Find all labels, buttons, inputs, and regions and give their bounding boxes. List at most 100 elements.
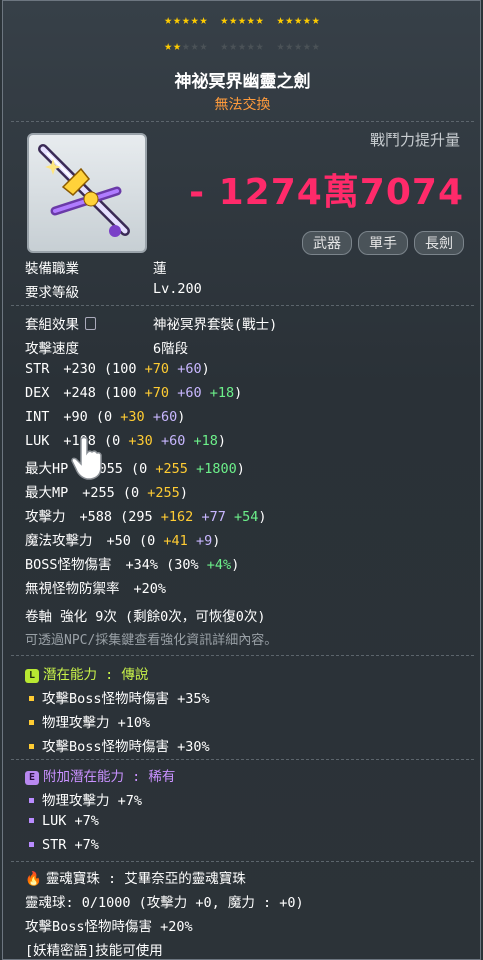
set-value: 神祕冥界套裝(戰士) — [153, 317, 278, 333]
stat-name: STR — [25, 361, 50, 377]
star-empty-icon: ★ — [294, 39, 304, 54]
star-empty-icon: ★ — [229, 39, 239, 54]
tag-weapon: 武器 — [302, 231, 352, 255]
star-filled-icon: ★ — [246, 13, 256, 28]
star-filled-icon: ★ — [173, 39, 182, 54]
speed-value: 6階段 — [153, 341, 189, 357]
stat-row: 無視怪物防禦率 +20% — [25, 577, 166, 597]
item-tags: 武器 單手 長劍 — [302, 231, 464, 255]
stat-name: 最大MP — [25, 485, 69, 501]
star-filled-icon: ★ — [199, 13, 209, 28]
bonus-line: STR +7% — [25, 837, 99, 853]
stat-value: +34% (30% +4%) — [125, 557, 240, 573]
divider — [11, 759, 474, 760]
job-label: 裝備職業 — [25, 261, 79, 277]
stat-row: 魔法攻擊力 +50 (0 +41 +9) — [25, 529, 220, 549]
divider — [11, 305, 474, 306]
star-group: ★★★★★ — [220, 13, 264, 28]
star-empty-icon: ★ — [285, 39, 295, 54]
item-tooltip: ★★★★★ ★★★★★ ★★★★★ ★★★★★ ★★★★★ ★★★★★ 神祕冥界幽靈之劍… — [2, 0, 481, 960]
potential-label: 潛在能力 : 傳說 — [43, 667, 149, 683]
star-empty-icon: ★ — [181, 39, 191, 54]
scroll-info: 卷軸 強化 9次 (剩餘0次，可恢復0次) — [25, 609, 266, 625]
star-filled-icon: ★ — [181, 13, 191, 28]
star-group: ★★★★★ — [164, 13, 208, 28]
star-filled-icon: ★ — [164, 39, 174, 54]
stat-row: 最大MP +255 (0 +255) — [25, 481, 188, 501]
sword-icon — [38, 144, 130, 237]
divider — [11, 861, 474, 862]
stat-value: +230 (100 +70 +60) — [63, 361, 210, 377]
tag-one-handed: 單手 — [358, 231, 408, 255]
potential-line: 物理攻擊力 +10% — [25, 711, 150, 731]
stat-name: DEX — [25, 385, 50, 401]
stat-value: +50 (0 +41 +9) — [106, 533, 221, 549]
stat-value: +248 (100 +70 +60 +18) — [63, 385, 243, 401]
star-group: ★★★★★ — [277, 39, 321, 54]
star-filled-icon: ★ — [294, 13, 304, 28]
star-empty-icon: ★ — [220, 39, 230, 54]
stat-row: STR +230 (100 +70 +60) — [25, 361, 210, 377]
soul-icon: 🔥 — [25, 871, 42, 887]
tag-long-sword: 長劍 — [414, 231, 464, 255]
star-filled-icon: ★ — [173, 13, 182, 28]
stat-value: +588 (295 +162 +77 +54) — [79, 509, 267, 525]
stat-value: +90 (0 +30 +60) — [63, 409, 186, 425]
soul-skill: [妖精密語]技能可使用 — [25, 943, 163, 959]
star-empty-icon: ★ — [199, 39, 209, 54]
star-empty-icon: ★ — [255, 39, 265, 54]
soul-header: 🔥 靈魂寶珠 : 艾畢奈亞的靈魂寶珠 — [25, 867, 246, 887]
stat-name: 無視怪物防禦率 — [25, 581, 120, 597]
stat-row: DEX +248 (100 +70 +60 +18) — [25, 385, 242, 401]
star-group: ★★★★★ — [220, 39, 264, 54]
trade-status: 無法交換 — [214, 97, 271, 113]
stat-name: INT — [25, 409, 50, 425]
level-label: 要求等級 — [25, 285, 79, 301]
star-empty-icon: ★ — [246, 39, 256, 54]
bonus-potential-label: 附加潛在能力 : 稀有 — [43, 769, 176, 785]
star-force-row-1: ★★★★★ ★★★★★ ★★★★★ — [3, 13, 482, 28]
epic-grade-icon: E — [25, 771, 39, 785]
level-row: 要求等級 Lv.200 — [25, 281, 202, 301]
power-change-value: - 1274萬7074 — [189, 172, 464, 213]
star-filled-icon: ★ — [229, 13, 239, 28]
star-force-row-2: ★★★★★ ★★★★★ ★★★★★ — [3, 39, 482, 54]
stat-row: 最大HP +2055 (0 +255 +1800) — [25, 457, 245, 477]
scroll-hint: 可透過NPC/採集鍵查看強化資訊詳細內容。 — [25, 633, 278, 648]
bonus-line: LUK +7% — [25, 813, 99, 829]
level-value: Lv.200 — [153, 281, 202, 297]
stat-name: 最大HP — [25, 461, 69, 477]
stat-name: BOSS怪物傷害 — [25, 557, 112, 573]
stat-value: +20% — [133, 581, 167, 597]
soul-option: 攻擊Boss怪物時傷害 +20% — [25, 919, 193, 935]
hand-cursor-icon — [71, 436, 102, 480]
item-icon[interactable] — [27, 133, 147, 253]
stat-row: LUK +108 (0 +30 +60 +18) — [25, 433, 226, 449]
potential-line: 攻擊Boss怪物時傷害 +35% — [25, 687, 210, 707]
star-filled-icon: ★ — [255, 13, 265, 28]
job-row: 裝備職業 蓮 — [25, 257, 167, 277]
stat-value: +255 (0 +255) — [82, 485, 188, 501]
star-group: ★★★★★ — [277, 13, 321, 28]
star-empty-icon: ★ — [238, 39, 247, 54]
star-empty-icon: ★ — [190, 39, 200, 54]
speed-row: 攻擊速度 6階段 — [25, 337, 188, 357]
star-filled-icon: ★ — [303, 13, 312, 28]
star-filled-icon: ★ — [220, 13, 230, 28]
star-filled-icon: ★ — [164, 13, 174, 28]
stat-row: INT +90 (0 +30 +60) — [25, 409, 185, 425]
potential-header: L 潛在能力 : 傳說 — [25, 663, 148, 683]
star-empty-icon: ★ — [303, 39, 312, 54]
set-row: 套組效果 神祕冥界套裝(戰士) — [25, 313, 277, 333]
divider — [11, 655, 474, 656]
divider — [11, 121, 474, 122]
stat-name: 魔法攻擊力 — [25, 533, 93, 549]
stat-value: +2055 (0 +255 +1800) — [82, 461, 245, 477]
stat-name: 攻擊力 — [25, 509, 66, 525]
potential-line: 攻擊Boss怪物時傷害 +30% — [25, 735, 210, 755]
lock-icon — [85, 317, 96, 330]
set-label: 套組效果 — [25, 317, 79, 333]
star-filled-icon: ★ — [285, 13, 295, 28]
stat-name: LUK — [25, 433, 50, 449]
power-change-label: 戰鬥力提升量 — [369, 131, 460, 149]
